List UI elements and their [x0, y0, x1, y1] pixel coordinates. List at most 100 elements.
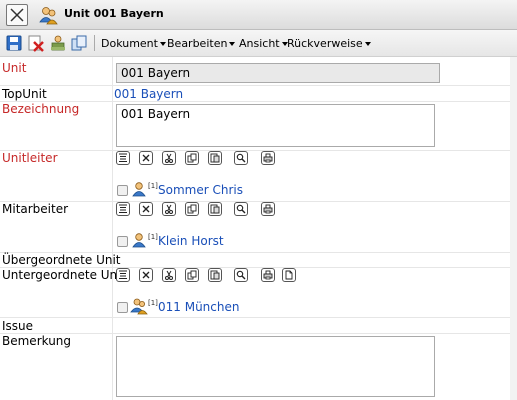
unit-field: 001 Bayern — [116, 63, 440, 83]
vertical-scrollbar[interactable] — [510, 57, 517, 400]
add-user-button[interactable] — [49, 34, 67, 52]
save-icon — [6, 35, 22, 51]
cut-button[interactable] — [162, 151, 176, 165]
print-icon — [263, 153, 273, 163]
menu-rueckverweise-label: Rückverweise — [287, 37, 363, 50]
remove-icon — [142, 154, 150, 162]
print-button[interactable] — [261, 202, 275, 216]
paste-icon — [210, 270, 220, 280]
align-icon — [119, 204, 127, 213]
menu-bearbeiten-label: Bearbeiten — [167, 37, 228, 50]
column-divider — [112, 57, 113, 400]
delete-button[interactable] — [27, 34, 45, 52]
cut-button[interactable] — [162, 202, 176, 216]
align-icon — [119, 270, 127, 279]
entry-badge: [1] — [148, 299, 158, 307]
close-button[interactable] — [6, 4, 28, 26]
copy-icon — [187, 204, 197, 214]
unit-group-icon — [130, 297, 148, 318]
row-divider — [0, 333, 517, 334]
menu-ansicht-label: Ansicht — [239, 37, 280, 50]
align-button[interactable] — [116, 202, 130, 216]
unit-group-icon — [38, 5, 58, 28]
bemerkung-label: Bemerkung — [2, 334, 72, 348]
issue-label: Issue — [2, 319, 34, 333]
remove-icon — [142, 205, 150, 213]
paste-button[interactable] — [208, 151, 222, 165]
uebergeordnete-unit-label: Übergeordnete Unit — [2, 253, 121, 267]
menu-dokument-label: Dokument — [101, 37, 158, 50]
unitleiter-label: Unitleiter — [2, 151, 58, 165]
untergeordnete-entry-checkbox[interactable] — [117, 302, 128, 313]
cut-icon — [165, 204, 173, 214]
toolbar-separator — [94, 35, 95, 51]
copy-button[interactable] — [185, 151, 199, 165]
unitleiter-entry-checkbox[interactable] — [117, 185, 128, 196]
menu-rueckverweise[interactable]: Rückverweise — [287, 37, 371, 50]
print-button[interactable] — [261, 151, 275, 165]
close-icon — [10, 8, 24, 22]
unitleiter-entry-link[interactable]: Sommer Chris — [158, 183, 243, 197]
menu-bearbeiten[interactable]: Bearbeiten — [167, 37, 236, 50]
chevron-down-icon — [159, 42, 166, 46]
window-titlebar: Unit 001 Bayern — [0, 0, 517, 30]
search-icon — [236, 153, 246, 163]
search-button[interactable] — [234, 202, 248, 216]
print-button[interactable] — [261, 268, 275, 282]
entry-badge: [1] — [148, 233, 158, 241]
cut-icon — [165, 270, 173, 280]
menu-ansicht[interactable]: Ansicht — [239, 37, 288, 50]
row-divider — [0, 150, 517, 151]
bemerkung-field[interactable] — [116, 336, 435, 397]
align-button[interactable] — [116, 268, 130, 282]
search-button[interactable] — [234, 268, 248, 282]
untergeordnete-unit-label: Untergeordnete Unit — [2, 268, 126, 282]
remove-button[interactable] — [139, 268, 153, 282]
new-document-icon — [285, 270, 293, 280]
mitarbeiter-label: Mitarbeiter — [2, 202, 69, 216]
align-icon — [119, 153, 127, 162]
add-user-icon — [51, 35, 65, 51]
search-button[interactable] — [234, 151, 248, 165]
copy-icon — [187, 270, 197, 280]
remove-button[interactable] — [139, 202, 153, 216]
cut-icon — [165, 153, 173, 163]
delete-icon — [28, 35, 44, 52]
mitarbeiter-entry-checkbox[interactable] — [117, 236, 128, 247]
row-divider — [0, 85, 517, 86]
mitarbeiter-entry-link[interactable]: Klein Horst — [158, 234, 224, 248]
new-document-button[interactable] — [282, 268, 296, 282]
person-icon — [131, 232, 147, 251]
search-icon — [236, 270, 246, 280]
cut-button[interactable] — [162, 268, 176, 282]
copy-icon — [71, 35, 87, 51]
chevron-down-icon — [364, 42, 371, 46]
paste-button[interactable] — [208, 202, 222, 216]
print-icon — [263, 204, 273, 214]
paste-icon — [210, 153, 220, 163]
copy-button[interactable] — [185, 268, 199, 282]
bezeichnung-label: Bezeichnung — [2, 102, 80, 116]
entry-badge: [1] — [148, 182, 158, 190]
person-icon — [131, 181, 147, 200]
bezeichnung-field[interactable]: 001 Bayern — [116, 104, 435, 147]
align-button[interactable] — [116, 151, 130, 165]
save-button[interactable] — [5, 34, 23, 52]
paste-icon — [210, 204, 220, 214]
copy-button[interactable] — [70, 34, 88, 52]
topunit-link[interactable]: 001 Bayern — [114, 87, 183, 101]
menu-dokument[interactable]: Dokument — [101, 37, 166, 50]
print-icon — [263, 270, 273, 280]
remove-button[interactable] — [139, 151, 153, 165]
paste-button[interactable] — [208, 268, 222, 282]
topunit-label: TopUnit — [2, 87, 47, 101]
row-divider — [0, 201, 517, 202]
unit-label: Unit — [2, 61, 27, 75]
chevron-down-icon — [229, 42, 236, 46]
copy-icon — [187, 153, 197, 163]
untergeordnete-entry-link[interactable]: 011 München — [158, 300, 239, 314]
search-icon — [236, 204, 246, 214]
remove-icon — [142, 271, 150, 279]
toolbar: Dokument Bearbeiten Ansicht Rückverweise — [0, 30, 517, 57]
copy-button[interactable] — [185, 202, 199, 216]
